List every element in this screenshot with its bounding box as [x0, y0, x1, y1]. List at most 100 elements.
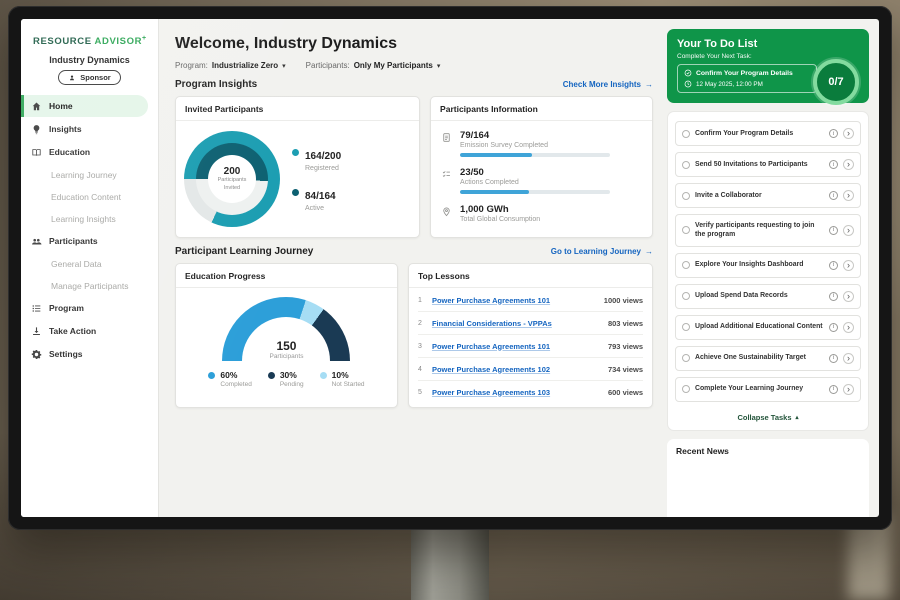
task-row-send-invitations[interactable]: Send 50 Invitations to Participants i › — [675, 152, 861, 177]
task-row-confirm-program-details[interactable]: Confirm Your Program Details i › — [675, 121, 861, 146]
task-checkbox[interactable] — [682, 385, 690, 393]
lesson-link[interactable]: Financial Considerations - VPPAs — [432, 319, 601, 328]
task-checkbox[interactable] — [682, 354, 690, 362]
sidebar-item-learning-journey[interactable]: Learning Journey — [21, 164, 158, 185]
person-icon — [68, 74, 76, 82]
program-label: Program: — [175, 61, 208, 70]
sidebar-item-education-content[interactable]: Education Content — [21, 186, 158, 207]
sidebar-item-label: Learning Insights — [51, 214, 116, 224]
arrow-right-icon: → — [645, 247, 653, 256]
location-pin-icon — [441, 206, 452, 217]
progress-bar — [460, 153, 610, 157]
participants-value: Only My Participants — [354, 61, 433, 70]
task-label: Achieve One Sustainability Target — [695, 353, 824, 362]
info-icon[interactable]: i — [829, 191, 838, 200]
participants-label: Participants: — [306, 61, 350, 70]
chevron-right-icon[interactable]: › — [843, 190, 854, 201]
sidebar-item-settings[interactable]: Settings — [21, 343, 158, 365]
sidebar-item-label: Settings — [49, 349, 83, 359]
info-icon[interactable]: i — [829, 354, 838, 363]
task-checkbox[interactable] — [682, 130, 690, 138]
lesson-link[interactable]: Power Purchase Agreements 101 — [432, 296, 597, 305]
org-name: Industry Dynamics — [21, 55, 158, 65]
link-label: Check More Insights — [563, 80, 641, 89]
task-row-explore-insights[interactable]: Explore Your Insights Dashboard i › — [675, 253, 861, 278]
sidebar-item-general-data[interactable]: General Data — [21, 253, 158, 274]
chevron-right-icon[interactable]: › — [843, 128, 854, 139]
chevron-right-icon[interactable]: › — [843, 260, 854, 271]
participants-information-card: Participants Information 79/164 Emission… — [430, 96, 653, 238]
task-row-achieve-sustainability-target[interactable]: Achieve One Sustainability Target i › — [675, 346, 861, 371]
progress-fill — [460, 153, 532, 157]
lesson-rank: 2 — [418, 320, 425, 327]
task-checkbox[interactable] — [682, 292, 690, 300]
todo-header-card: Your To Do List Complete Your Next Task:… — [667, 29, 869, 103]
info-icon[interactable]: i — [829, 385, 838, 394]
task-row-invite-collaborator[interactable]: Invite a Collaborator i › — [675, 183, 861, 208]
task-checkbox[interactable] — [682, 323, 690, 331]
top-lessons-body: 1 Power Purchase Agreements 101 1000 vie… — [409, 288, 652, 407]
task-checkbox[interactable] — [682, 261, 690, 269]
learning-journey-header: Participant Learning Journey Go to Learn… — [175, 246, 653, 257]
stat-value: 1,000 GWh — [460, 204, 540, 215]
info-icon[interactable]: i — [829, 323, 838, 332]
chevron-right-icon[interactable]: › — [843, 353, 854, 364]
participants-dropdown[interactable]: Participants: Only My Participants ▾ — [306, 61, 441, 70]
lesson-link[interactable]: Power Purchase Agreements 102 — [432, 365, 601, 374]
chevron-right-icon[interactable]: › — [843, 225, 854, 236]
task-checkbox[interactable] — [682, 192, 690, 200]
sidebar-item-participants[interactable]: Participants — [21, 230, 158, 252]
info-icon[interactable]: i — [829, 261, 838, 270]
legend-dot-icon — [268, 372, 275, 379]
task-row-verify-participants[interactable]: Verify participants requesting to join t… — [675, 214, 861, 247]
legend-total: /164 — [316, 191, 335, 202]
logo-text-primary: RESOURCE — [33, 36, 92, 47]
sidebar-item-insights[interactable]: Insights — [21, 118, 158, 140]
progress-fill — [460, 190, 529, 194]
sidebar-item-manage-participants[interactable]: Manage Participants — [21, 275, 158, 296]
chevron-right-icon[interactable]: › — [843, 322, 854, 333]
task-row-upload-spend-data[interactable]: Upload Spend Data Records i › — [675, 284, 861, 309]
task-label: Upload Additional Educational Content — [695, 322, 824, 331]
go-to-learning-journey-link[interactable]: Go to Learning Journey → — [551, 247, 653, 256]
gauge-center: 150 Participants — [222, 339, 350, 360]
chevron-right-icon[interactable]: › — [843, 384, 854, 395]
task-row-complete-learning-journey[interactable]: Complete Your Learning Journey i › — [675, 377, 861, 402]
chevron-right-icon[interactable]: › — [843, 291, 854, 302]
link-label: Go to Learning Journey — [551, 247, 641, 256]
recent-news-header[interactable]: Recent News — [667, 439, 869, 517]
lesson-link[interactable]: Power Purchase Agreements 103 — [432, 388, 601, 397]
sidebar-item-learning-insights[interactable]: Learning Insights — [21, 208, 158, 229]
lesson-link[interactable]: Power Purchase Agreements 101 — [432, 342, 601, 351]
todo-progress-value: 0/7 — [828, 76, 843, 88]
education-progress-card: Education Progress 150 Participants — [175, 263, 398, 408]
next-task-due: 12 May 2025, 12:00 PM — [696, 81, 763, 88]
next-task-box: Confirm Your Program Details 12 May 2025… — [677, 64, 817, 93]
check-more-insights-link[interactable]: Check More Insights → — [563, 80, 653, 89]
donut-center: 200 Participants Invited — [208, 155, 256, 203]
sidebar-item-label: Education Content — [51, 192, 121, 202]
sidebar-item-home[interactable]: Home — [21, 95, 148, 117]
task-label: Explore Your Insights Dashboard — [695, 260, 824, 269]
info-icon[interactable]: i — [829, 160, 838, 169]
info-icon[interactable]: i — [829, 129, 838, 138]
task-checkbox[interactable] — [682, 226, 690, 234]
legend-label: Completed — [220, 381, 251, 388]
task-row-upload-educational-content[interactable]: Upload Additional Educational Content i … — [675, 315, 861, 340]
program-dropdown[interactable]: Program: Industrialize Zero ▾ — [175, 61, 286, 70]
chevron-down-icon: ▾ — [437, 62, 441, 70]
info-icon[interactable]: i — [829, 292, 838, 301]
info-icon[interactable]: i — [829, 226, 838, 235]
todo-title: Your To Do List — [677, 38, 859, 50]
todo-task-list: Confirm Your Program Details i › Send 50… — [667, 111, 869, 431]
collapse-tasks-button[interactable]: Collapse Tasks ▴ — [675, 408, 861, 427]
checklist-icon — [441, 169, 452, 180]
chevron-right-icon[interactable]: › — [843, 159, 854, 170]
clock-icon — [684, 80, 692, 88]
sidebar-item-education[interactable]: Education — [21, 141, 158, 163]
legend-value: 84 — [305, 191, 316, 202]
sidebar-item-take-action[interactable]: Take Action — [21, 320, 158, 342]
task-checkbox[interactable] — [682, 161, 690, 169]
gauge-center-label: Participants — [222, 353, 350, 360]
sidebar-item-program[interactable]: Program — [21, 297, 158, 319]
